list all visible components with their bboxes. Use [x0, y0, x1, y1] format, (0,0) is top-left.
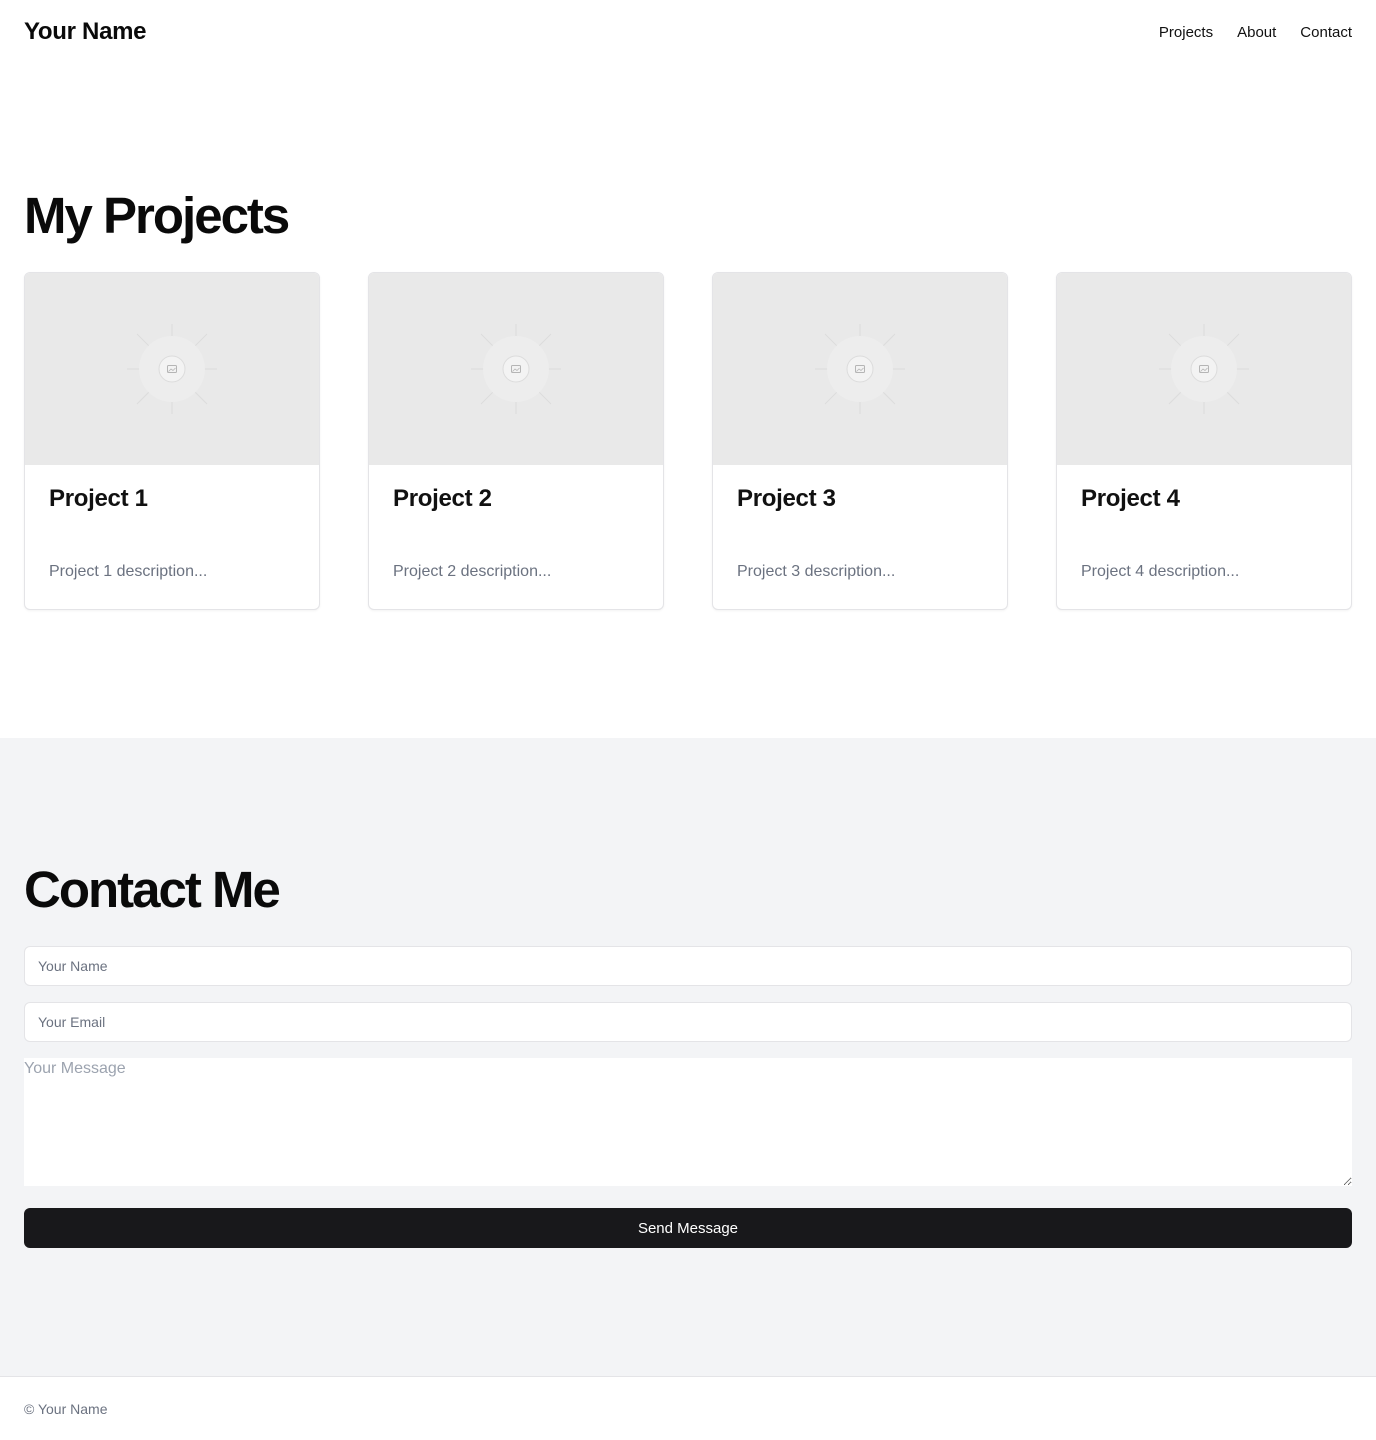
- send-message-button[interactable]: Send Message: [24, 1208, 1352, 1248]
- contact-title: Contact Me: [24, 861, 281, 918]
- projects-title: My Projects: [24, 187, 290, 244]
- project-card[interactable]: Project 1 Project 1 description...: [24, 272, 320, 610]
- project-title: Project 3: [737, 485, 836, 512]
- project-image: [369, 273, 663, 465]
- project-image: [25, 273, 319, 465]
- project-card[interactable]: Project 3 Project 3 description...: [712, 272, 1008, 610]
- projects-section: My Projects Project 1 Project 1 descript…: [0, 64, 1376, 738]
- project-cards: Project 1 Project 1 description... Proje…: [24, 272, 1352, 610]
- image-placeholder-icon: [127, 324, 217, 414]
- contact-section: Contact Me Send Message: [0, 738, 1376, 1376]
- project-title: Project 4: [1081, 485, 1180, 512]
- project-description: Project 3 description...: [737, 563, 896, 580]
- image-placeholder-icon: [471, 324, 561, 414]
- brand-name[interactable]: Your Name: [24, 18, 147, 46]
- image-placeholder-icon: [815, 324, 905, 414]
- site-footer: © Your Name: [0, 1376, 1376, 1440]
- image-placeholder-icon: [1159, 324, 1249, 414]
- project-description: Project 1 description...: [49, 563, 208, 580]
- project-card[interactable]: Project 2 Project 2 description...: [368, 272, 664, 610]
- nav-link-about[interactable]: About: [1237, 24, 1276, 41]
- email-input[interactable]: [24, 1002, 1352, 1042]
- project-card[interactable]: Project 4 Project 4 description...: [1056, 272, 1352, 610]
- nav-link-projects[interactable]: Projects: [1159, 24, 1213, 41]
- site-header: Your Name Projects About Contact: [0, 0, 1376, 64]
- project-title: Project 2: [393, 485, 492, 512]
- copyright-text: © Your Name: [24, 1400, 108, 1417]
- nav-link-contact[interactable]: Contact: [1300, 24, 1352, 41]
- main-nav: Projects About Contact: [1159, 24, 1352, 41]
- project-description: Project 4 description...: [1081, 563, 1240, 580]
- message-textarea[interactable]: [24, 1058, 1352, 1186]
- project-image: [713, 273, 1007, 465]
- project-description: Project 2 description...: [393, 563, 552, 580]
- project-title: Project 1: [49, 485, 148, 512]
- name-input[interactable]: [24, 946, 1352, 986]
- project-image: [1057, 273, 1351, 465]
